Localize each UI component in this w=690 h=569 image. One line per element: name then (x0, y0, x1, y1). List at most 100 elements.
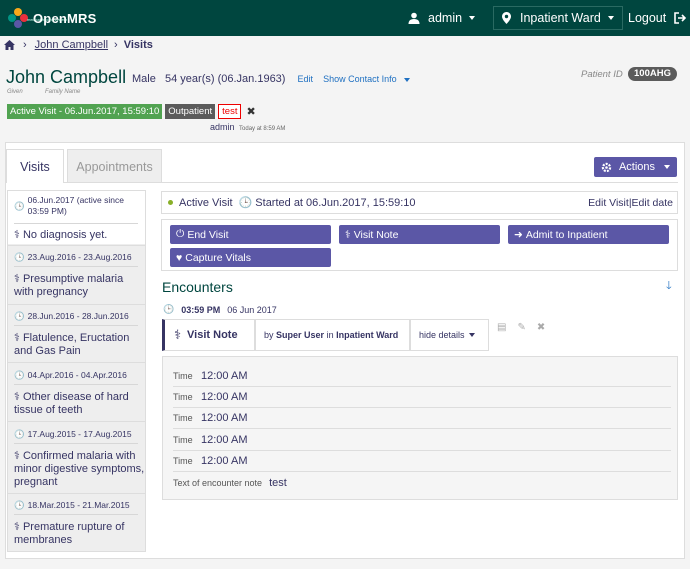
patient-demographics: Male 54 year(s) (06.Jan.1963) Edit Show … (132, 73, 410, 85)
chevron-down-icon (469, 16, 476, 20)
tab-appointments[interactable]: Appointments (67, 149, 162, 183)
home-icon[interactable] (4, 40, 15, 50)
observation-value: 12:00 AM (201, 391, 248, 403)
end-visit-button[interactable]: ⏻ End Visit (170, 225, 331, 244)
observation-value: 12:00 AM (201, 455, 248, 467)
end-visit-label: End Visit (187, 228, 229, 241)
visit-list-item[interactable]: 🕒 17.Aug.2015 - 17.Aug.2015 ⚕ Confirmed ma… (8, 429, 145, 489)
patient-id-badge: 100AHG (628, 67, 677, 81)
stethoscope-icon: ⚕ (345, 228, 351, 241)
admit-label: Admit to Inpatient (525, 228, 608, 241)
logout-label: Logout (628, 11, 667, 25)
divider (14, 514, 138, 515)
divider (14, 325, 138, 326)
edit-patient-link[interactable]: Edit (298, 74, 314, 84)
test-tag: test (218, 103, 242, 119)
observation-row: Time 12:00 AM (173, 430, 671, 451)
top-navbar: OpenMRS medical record system admin Inpa… (0, 0, 690, 36)
visit-list-item[interactable]: 🕒 28.Jun.2016 - 28.Jun.2016 ⚕ Flatulence, … (8, 311, 145, 358)
divider (14, 223, 138, 224)
visit-detail-header: Active Visit 🕒 Started at 06.Jun.2017, 1… (161, 191, 678, 214)
visit-diagnosis-text: Other disease of hard tissue of teeth (14, 391, 129, 416)
visit-list: 🕒 06.Jun.2017 (active since 03:59 PM) ⚕ N… (7, 190, 146, 552)
visit-note-label: Visit Note (353, 228, 399, 241)
divider (14, 266, 138, 267)
observation-row: Time 12:00 AM (173, 366, 671, 387)
visit-date: 🕒 18.Mar.2015 - 21.Mar.2015 (14, 500, 145, 511)
visit-diagnosis-text: Presumptive malaria with pregnancy (14, 273, 124, 298)
visit-diagnosis: ⚕ Other disease of hard tissue of teeth (14, 391, 145, 417)
visit-actions-panel: ⏻ End Visit ⚕ Visit Note ➜ Admit to Inpatie… (161, 219, 678, 271)
visit-date-text: 04.Apr.2016 - 04.Apr.2016 (27, 370, 127, 380)
observation-value: 12:00 AM (201, 434, 248, 446)
tag-author-name: admin (210, 122, 235, 132)
visit-diagnosis-text: Flatulence, Eructation and Gas Pain (14, 332, 130, 357)
observation-label: Time (173, 392, 193, 402)
visit-list-item[interactable]: 🕒 23.Aug.2016 - 23.Aug.2016 ⚕ Presumptive … (8, 252, 145, 299)
sign-in-icon: ➜ (514, 228, 523, 241)
pencil-icon[interactable]: ✎ (517, 322, 525, 333)
visit-diagnosis-text: Confirmed malaria with minor digestive s… (14, 450, 145, 488)
provider-name: Super User (276, 330, 325, 340)
tab-visits[interactable]: Visits (6, 149, 64, 183)
user-menu[interactable]: admin (408, 0, 476, 36)
logout-icon (674, 12, 687, 24)
stethoscope-icon: ⚕ (174, 327, 182, 342)
encounter-time: 03:59 PM (181, 304, 221, 315)
power-icon: ⏻ (176, 228, 185, 240)
visit-tags: Active Visit - 06.Jun.2017, 15:59:10 Out… (7, 103, 256, 119)
encounter-date: 06 Jun 2017 (227, 304, 277, 315)
gear-icon (601, 162, 612, 172)
encounter-type-label: Visit Note (187, 329, 238, 341)
caret-down-icon (403, 78, 410, 82)
visit-list-item[interactable]: 🕒 04.Apr.2016 - 04.Apr.2016 ⚕ Other diseas… (8, 370, 145, 417)
breadcrumb-separator-icon: › (114, 39, 118, 51)
breadcrumb: › John Campbell › Visits (4, 38, 153, 52)
visit-date: 🕒 28.Jun.2016 - 28.Jun.2016 (14, 311, 145, 322)
show-contact-info-link[interactable]: Show Contact Info (323, 74, 397, 84)
encounter-note-value: test (269, 476, 287, 489)
hide-details-toggle[interactable]: hide details (410, 319, 489, 351)
visit-list-item-diagnosis[interactable]: ⚕ No diagnosis yet. (8, 226, 145, 244)
encounter-note-label: Text of encounter note (173, 477, 263, 488)
stethoscope-icon: ⚕ (14, 450, 20, 462)
arrow-down-icon[interactable]: 🡓 (666, 277, 672, 296)
visit-diagnosis: ⚕ Flatulence, Eructation and Gas Pain (14, 332, 145, 358)
patient-name: John Campbell (6, 67, 127, 87)
breadcrumb-patient-link[interactable]: John Campbell (35, 39, 108, 51)
visit-date-text: 28.Jun.2016 - 28.Jun.2016 (27, 311, 129, 321)
admit-to-inpatient-button[interactable]: ➜ Admit to Inpatient (508, 225, 669, 244)
delete-icon[interactable]: ✖ (537, 322, 545, 333)
breadcrumb-separator-icon: › (23, 39, 27, 51)
visit-status: Active Visit (179, 196, 233, 209)
edit-links: Edit Visit|Edit date (588, 196, 673, 209)
encounters-title: Encounters (162, 279, 233, 295)
actions-button[interactable]: Actions (594, 157, 677, 177)
visit-date: 🕒 23.Aug.2016 - 23.Aug.2016 (14, 252, 145, 263)
clock-icon: 🕒 (14, 429, 25, 439)
visit-date-text: 06.Jun.2017 (active since 03:59 PM) (27, 195, 124, 216)
view-document-icon[interactable]: ▤ (497, 322, 506, 333)
clock-icon: 🕒 (14, 500, 25, 510)
clock-icon: 🕒 (14, 200, 25, 211)
active-visit-tag[interactable]: Active Visit - 06.Jun.2017, 15:59:10 (7, 103, 163, 119)
visit-note-button[interactable]: ⚕ Visit Note (339, 225, 500, 244)
visit-diagnosis: ⚕ No diagnosis yet. (14, 229, 145, 242)
logout-button[interactable]: Logout (628, 0, 687, 36)
visit-date: 🕒 04.Apr.2016 - 04.Apr.2016 (14, 370, 145, 381)
visit-list-item[interactable]: 🕒 18.Mar.2015 - 21.Mar.2015 ⚕ Premature ru… (8, 500, 145, 547)
edit-date-link[interactable]: Edit date (632, 197, 673, 209)
visit-diagnosis: ⚕ Premature rupture of membranes (14, 521, 145, 547)
visit-diagnosis-text: Premature rupture of membranes (14, 521, 125, 546)
divider (8, 304, 145, 305)
location-menu[interactable]: Inpatient Ward (493, 6, 623, 30)
stethoscope-icon: ⚕ (14, 391, 20, 403)
observation-label: Time (173, 413, 193, 423)
visit-date-text: 18.Mar.2015 - 21.Mar.2015 (27, 500, 130, 510)
encounter-datetime: 🕒 03:59 PM 06 Jun 2017 (163, 304, 277, 315)
remove-tag-icon[interactable]: ✖ (246, 105, 255, 118)
capture-vitals-label: Capture Vitals (185, 251, 251, 264)
tag-time: Today at 8:59 AM (239, 126, 286, 132)
edit-visit-link[interactable]: Edit Visit (588, 197, 629, 209)
capture-vitals-button[interactable]: ♥ Capture Vitals (170, 248, 331, 267)
